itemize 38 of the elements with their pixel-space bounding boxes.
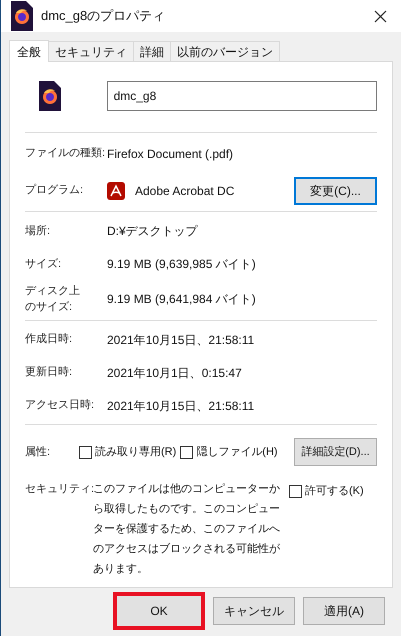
field-label: サイズ: [25,256,62,272]
firefox-file-icon [11,1,33,31]
field-label: プログラム: [25,182,84,198]
field-value: 2021年10月15日、21:58:11 [107,332,254,348]
field-label: セキュリティ: [25,482,93,497]
tab[interactable]: 全般 [9,40,49,62]
name-field[interactable]: dmc_g8 [106,81,377,111]
field-value: 2021年10月1日、0:15:47 [107,364,242,382]
security-text: このファイルは他のコンピューターから取得したものです。このコンピューターを保護するため、このファイルへのアクセスはブロックされる可能性があります。 [93,482,281,577]
field-value: D:¥デスクトップ [107,222,198,240]
dialog-button[interactable]: 適用(A) [303,597,385,625]
field-value: Adobe Acrobat DC [135,182,236,200]
field-label: ファイルの種類: [25,146,106,162]
advanced-button[interactable]: 詳細設定(D)... [294,438,377,466]
window-title: dmc_g8のプロパティ [41,7,166,26]
field-label: 更新日時: [25,364,74,380]
tab[interactable]: セキュリティ [49,41,134,61]
dialog-button[interactable]: OK [113,592,205,630]
tab[interactable]: 詳細 [134,41,171,61]
tab[interactable]: 以前のバージョン [171,41,280,61]
field-value: 9.19 MB (9,639,985 バイト) [107,256,256,272]
field-label: 属性: [25,444,52,460]
checkbox[interactable]: 読み取り専用(R) [79,444,176,460]
field-label: のサイズ: [25,300,74,315]
field-label: アクセス日時: [25,398,96,414]
field-value: 2021年10月15日、21:58:11 [107,398,254,414]
field-label: 場所: [25,224,52,238]
close-icon [374,10,386,22]
acrobat-icon [107,182,125,200]
field-label: ディスク上 [25,284,81,299]
field-label: 作成日時: [25,332,74,348]
field-value: 9.19 MB (9,641,984 バイト) [107,291,256,308]
dialog-button[interactable]: キャンセル [213,597,295,625]
field-value: Firefox Document (.pdf) [107,146,234,162]
change-button[interactable]: 変更(C)... [294,176,377,204]
checkbox[interactable]: 許可する(K) [289,483,364,500]
firefox-file-icon [39,81,61,111]
checkbox[interactable]: 隠しファイル(H) [180,444,278,460]
